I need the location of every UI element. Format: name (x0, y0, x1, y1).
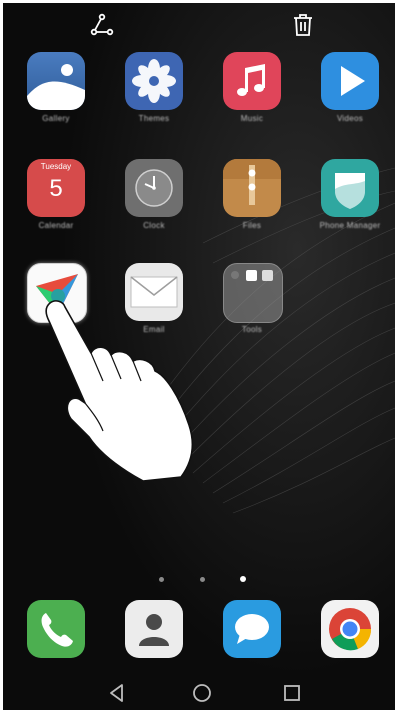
app-email[interactable]: Email (114, 263, 194, 363)
app-videos[interactable]: Videos (310, 52, 390, 152)
gallery-icon (27, 52, 85, 110)
chrome-icon (321, 600, 379, 658)
trash-icon[interactable] (290, 12, 316, 38)
app-calendar[interactable]: Tuesday 5 Calendar (16, 159, 96, 259)
app-label: Calendar (38, 221, 74, 230)
phone-icon (27, 600, 85, 658)
messaging-icon (223, 600, 281, 658)
app-files[interactable]: Files (212, 159, 292, 259)
app-clock[interactable]: Clock (114, 159, 194, 259)
page-dot[interactable] (159, 577, 164, 582)
page-indicator (3, 575, 395, 585)
calendar-icon: Tuesday 5 (27, 159, 85, 217)
app-gallery[interactable]: Gallery (16, 52, 96, 152)
video-icon (321, 52, 379, 110)
home-circle-icon[interactable] (191, 682, 213, 704)
app-label: Phone Manager (319, 221, 381, 230)
calendar-date: 5 (49, 175, 63, 202)
app-label: Gallery (42, 114, 70, 123)
app-folder[interactable]: Tools (212, 263, 292, 363)
app-label: Files (242, 221, 262, 230)
files-icon (223, 159, 281, 217)
email-icon (125, 263, 183, 321)
app-label: Tools (241, 325, 263, 334)
home-screen: Gallery Themes Music Videos Tuesday 5 Ca… (3, 3, 395, 710)
share-icon[interactable] (89, 12, 115, 38)
back-triangle-icon[interactable] (106, 682, 128, 704)
phone-manager-icon (321, 159, 379, 217)
contacts-icon (125, 600, 183, 658)
app-label: Themes (138, 114, 170, 123)
page-dot[interactable] (200, 577, 205, 582)
app-label: Videos (336, 114, 364, 123)
app-music[interactable]: Music (212, 52, 292, 152)
music-icon (223, 52, 281, 110)
app-label: Email (143, 325, 165, 334)
app-phone-manager[interactable]: Phone Manager (310, 159, 390, 259)
folder-icon (223, 263, 283, 323)
navigation-bar (3, 673, 395, 710)
page-dot-active[interactable] (240, 576, 246, 582)
edit-toolbar (3, 3, 395, 47)
clock-icon (125, 159, 183, 217)
recents-square-icon[interactable] (281, 682, 303, 704)
app-label: Clock (143, 221, 165, 230)
calendar-day: Tuesday (40, 162, 72, 171)
app-dragged[interactable] (16, 263, 96, 363)
paper-plane-app-icon (27, 263, 87, 323)
app-themes[interactable]: Themes (114, 52, 194, 152)
themes-icon (125, 52, 183, 110)
app-label: Music (240, 114, 264, 123)
